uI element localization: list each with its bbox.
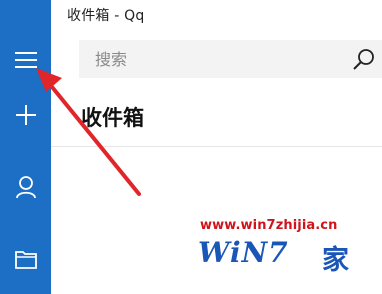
search-box[interactable] xyxy=(79,40,382,78)
page-heading: 收件箱 xyxy=(81,106,144,130)
watermark-logo: WiN7 xyxy=(198,236,289,269)
folders-button[interactable] xyxy=(0,235,51,283)
watermark-house-glyph: 家 xyxy=(322,245,349,276)
watermark: www.win7zhijia.cn WiN7 家 xyxy=(196,216,382,294)
search-icon[interactable] xyxy=(352,47,376,71)
new-mail-button[interactable] xyxy=(0,91,51,139)
window-title: 收件箱 - Qq xyxy=(67,8,145,24)
account-button[interactable] xyxy=(0,163,51,211)
watermark-url: www.win7zhijia.cn xyxy=(200,218,338,233)
folder-icon xyxy=(14,249,37,269)
plus-icon xyxy=(15,104,37,126)
sidebar xyxy=(0,0,51,294)
menu-button[interactable] xyxy=(0,36,51,84)
search-input[interactable] xyxy=(79,40,339,78)
divider xyxy=(51,146,382,147)
person-icon xyxy=(15,175,37,199)
hamburger-icon xyxy=(14,51,37,69)
